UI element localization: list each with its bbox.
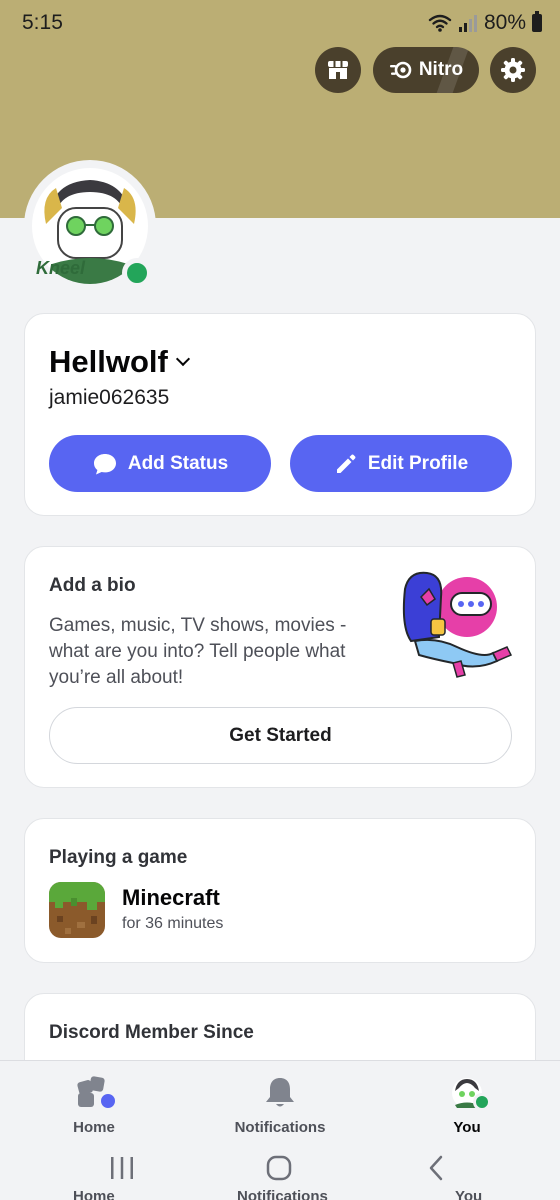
nav-you[interactable]: You — [397, 1075, 537, 1136]
clock: 5:15 — [22, 11, 63, 34]
online-status-indicator — [122, 258, 152, 288]
bio-card: Add a bio Games, music, TV shows, movies… — [24, 546, 536, 788]
activity-card[interactable]: Playing a game Minecraft for 36 minutes — [24, 818, 536, 963]
add-status-button[interactable]: Add Status — [49, 435, 271, 492]
bio-illustration — [402, 571, 513, 678]
ghost-nav-labels: Home Notifications You — [0, 1188, 560, 1200]
nitro-icon — [389, 61, 412, 79]
recents-icon — [111, 1157, 133, 1179]
add-status-label: Add Status — [127, 452, 229, 474]
shop-button[interactable] — [315, 47, 361, 93]
back-button[interactable] — [416, 1153, 456, 1183]
home-circle-icon — [266, 1155, 292, 1181]
back-icon — [429, 1155, 443, 1181]
display-name-switcher[interactable]: Hellwolf — [49, 344, 190, 380]
ghost-notifications-label: Notifications — [237, 1188, 328, 1200]
you-online-dot — [473, 1093, 491, 1111]
avatar-caption: Kneel — [36, 258, 86, 278]
pencil-icon — [336, 454, 356, 473]
chat-bubble-icon — [93, 453, 116, 474]
nav-home[interactable]: Home — [24, 1075, 164, 1136]
avatar — [447, 1075, 491, 1111]
shop-icon — [328, 61, 348, 79]
recents-button[interactable] — [102, 1153, 142, 1183]
system-home-button[interactable] — [259, 1153, 299, 1183]
status-indicators: 80% — [428, 11, 542, 35]
settings-button[interactable] — [490, 47, 536, 93]
battery-percent: 80% — [483, 11, 526, 34]
chevron-down-icon — [175, 351, 190, 367]
activity-title: Playing a game — [49, 847, 188, 868]
signal-icon — [458, 15, 477, 32]
nav-you-label: You — [453, 1119, 481, 1136]
game-duration: for 36 minutes — [122, 915, 224, 932]
minecraft-icon — [49, 882, 105, 938]
nav-notifications-label: Notifications — [234, 1119, 326, 1136]
bottom-nav: Home Notifications You — [0, 1060, 560, 1200]
battery-icon — [532, 11, 542, 32]
nitro-button[interactable]: Nitro — [373, 47, 479, 93]
get-started-button[interactable]: Get Started — [49, 707, 512, 764]
home-unread-dot — [98, 1091, 118, 1111]
bell-icon — [260, 1075, 300, 1111]
member-since-title: Discord Member Since — [49, 1022, 254, 1043]
display-name: Hellwolf — [49, 344, 168, 379]
home-icon — [74, 1075, 118, 1111]
wifi-icon — [428, 14, 452, 32]
profile-card: Hellwolf jamie062635 Add Status Edit Pro… — [24, 313, 536, 516]
nav-notifications[interactable]: Notifications — [210, 1075, 350, 1136]
ghost-home-label: Home — [73, 1188, 115, 1200]
username: jamie062635 — [49, 386, 170, 409]
gear-icon — [501, 58, 525, 82]
status-bar: 5:15 80% — [0, 0, 560, 46]
edit-profile-label: Edit Profile — [367, 452, 469, 474]
nitro-label: Nitro — [418, 59, 464, 80]
game-name: Minecraft — [122, 885, 220, 910]
nav-home-label: Home — [73, 1119, 115, 1136]
bio-title: Add a bio — [49, 575, 136, 596]
bio-prompt: Games, music, TV shows, movies - what ar… — [49, 615, 347, 688]
ghost-you-label: You — [455, 1188, 483, 1200]
edit-profile-button[interactable]: Edit Profile — [290, 435, 512, 492]
